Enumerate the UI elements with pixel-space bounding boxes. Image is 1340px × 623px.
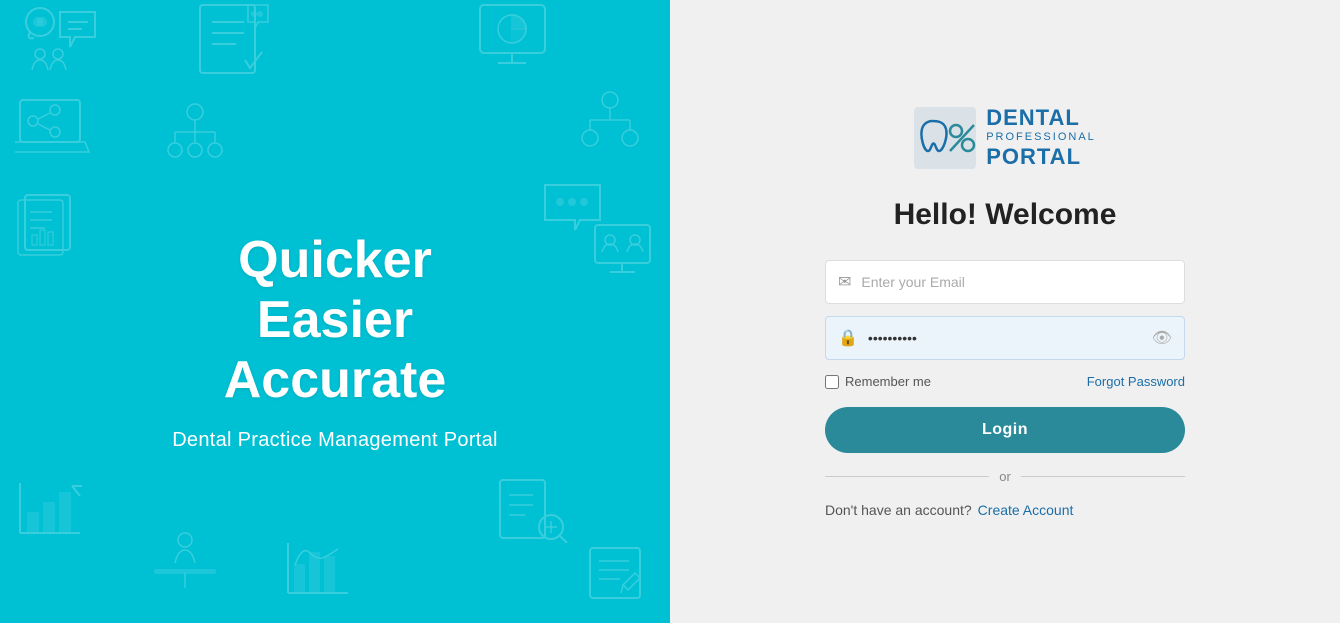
logo-professional: PROFESSIONAL (986, 131, 1096, 144)
divider-or: or (999, 469, 1011, 484)
left-panel: Quicker Easier Accurate Dental Practice … (0, 0, 670, 623)
lock-icon: 🔒 (838, 328, 858, 348)
logo-icon (914, 107, 976, 169)
eye-icon[interactable]: 👁 (1152, 328, 1172, 348)
email-input[interactable] (861, 274, 1172, 290)
remember-label[interactable]: Remember me (845, 374, 931, 389)
password-input-wrapper: 🔒 👁 (825, 316, 1185, 360)
password-input[interactable] (868, 330, 1152, 346)
hero-line1: Quicker (238, 231, 432, 289)
no-account-text: Don't have an account? (825, 502, 972, 518)
hero-text: Quicker Easier Accurate Dental Practice … (172, 231, 498, 451)
remember-left: Remember me (825, 374, 931, 389)
email-icon: ✉ (838, 272, 851, 292)
hero-line3: Accurate (224, 351, 447, 409)
hero-subtitle: Dental Practice Management Portal (172, 429, 498, 452)
welcome-title: Hello! Welcome (894, 198, 1117, 232)
logo-portal: PORTAL (986, 144, 1096, 170)
create-account-link[interactable]: Create Account (978, 502, 1074, 518)
hero-line2: Easier (257, 291, 413, 349)
forgot-password-link[interactable]: Forgot Password (1087, 374, 1185, 389)
login-form: ✉ 🔒 👁 Remember me Forgot Password Login … (825, 260, 1185, 518)
remember-row: Remember me Forgot Password (825, 374, 1185, 389)
login-button[interactable]: Login (825, 407, 1185, 453)
divider-left (825, 476, 989, 477)
right-panel: DENTAL PROFESSIONAL PORTAL Hello! Welcom… (670, 0, 1340, 623)
logo-dental: DENTAL (986, 105, 1096, 131)
email-input-wrapper: ✉ (825, 260, 1185, 304)
logo-text-area: DENTAL PROFESSIONAL PORTAL (986, 105, 1096, 171)
divider-right (1021, 476, 1185, 477)
logo-area: DENTAL PROFESSIONAL PORTAL (914, 105, 1096, 171)
remember-checkbox[interactable] (825, 375, 839, 389)
divider-row: or (825, 469, 1185, 484)
create-account-row: Don't have an account? Create Account (825, 502, 1185, 518)
